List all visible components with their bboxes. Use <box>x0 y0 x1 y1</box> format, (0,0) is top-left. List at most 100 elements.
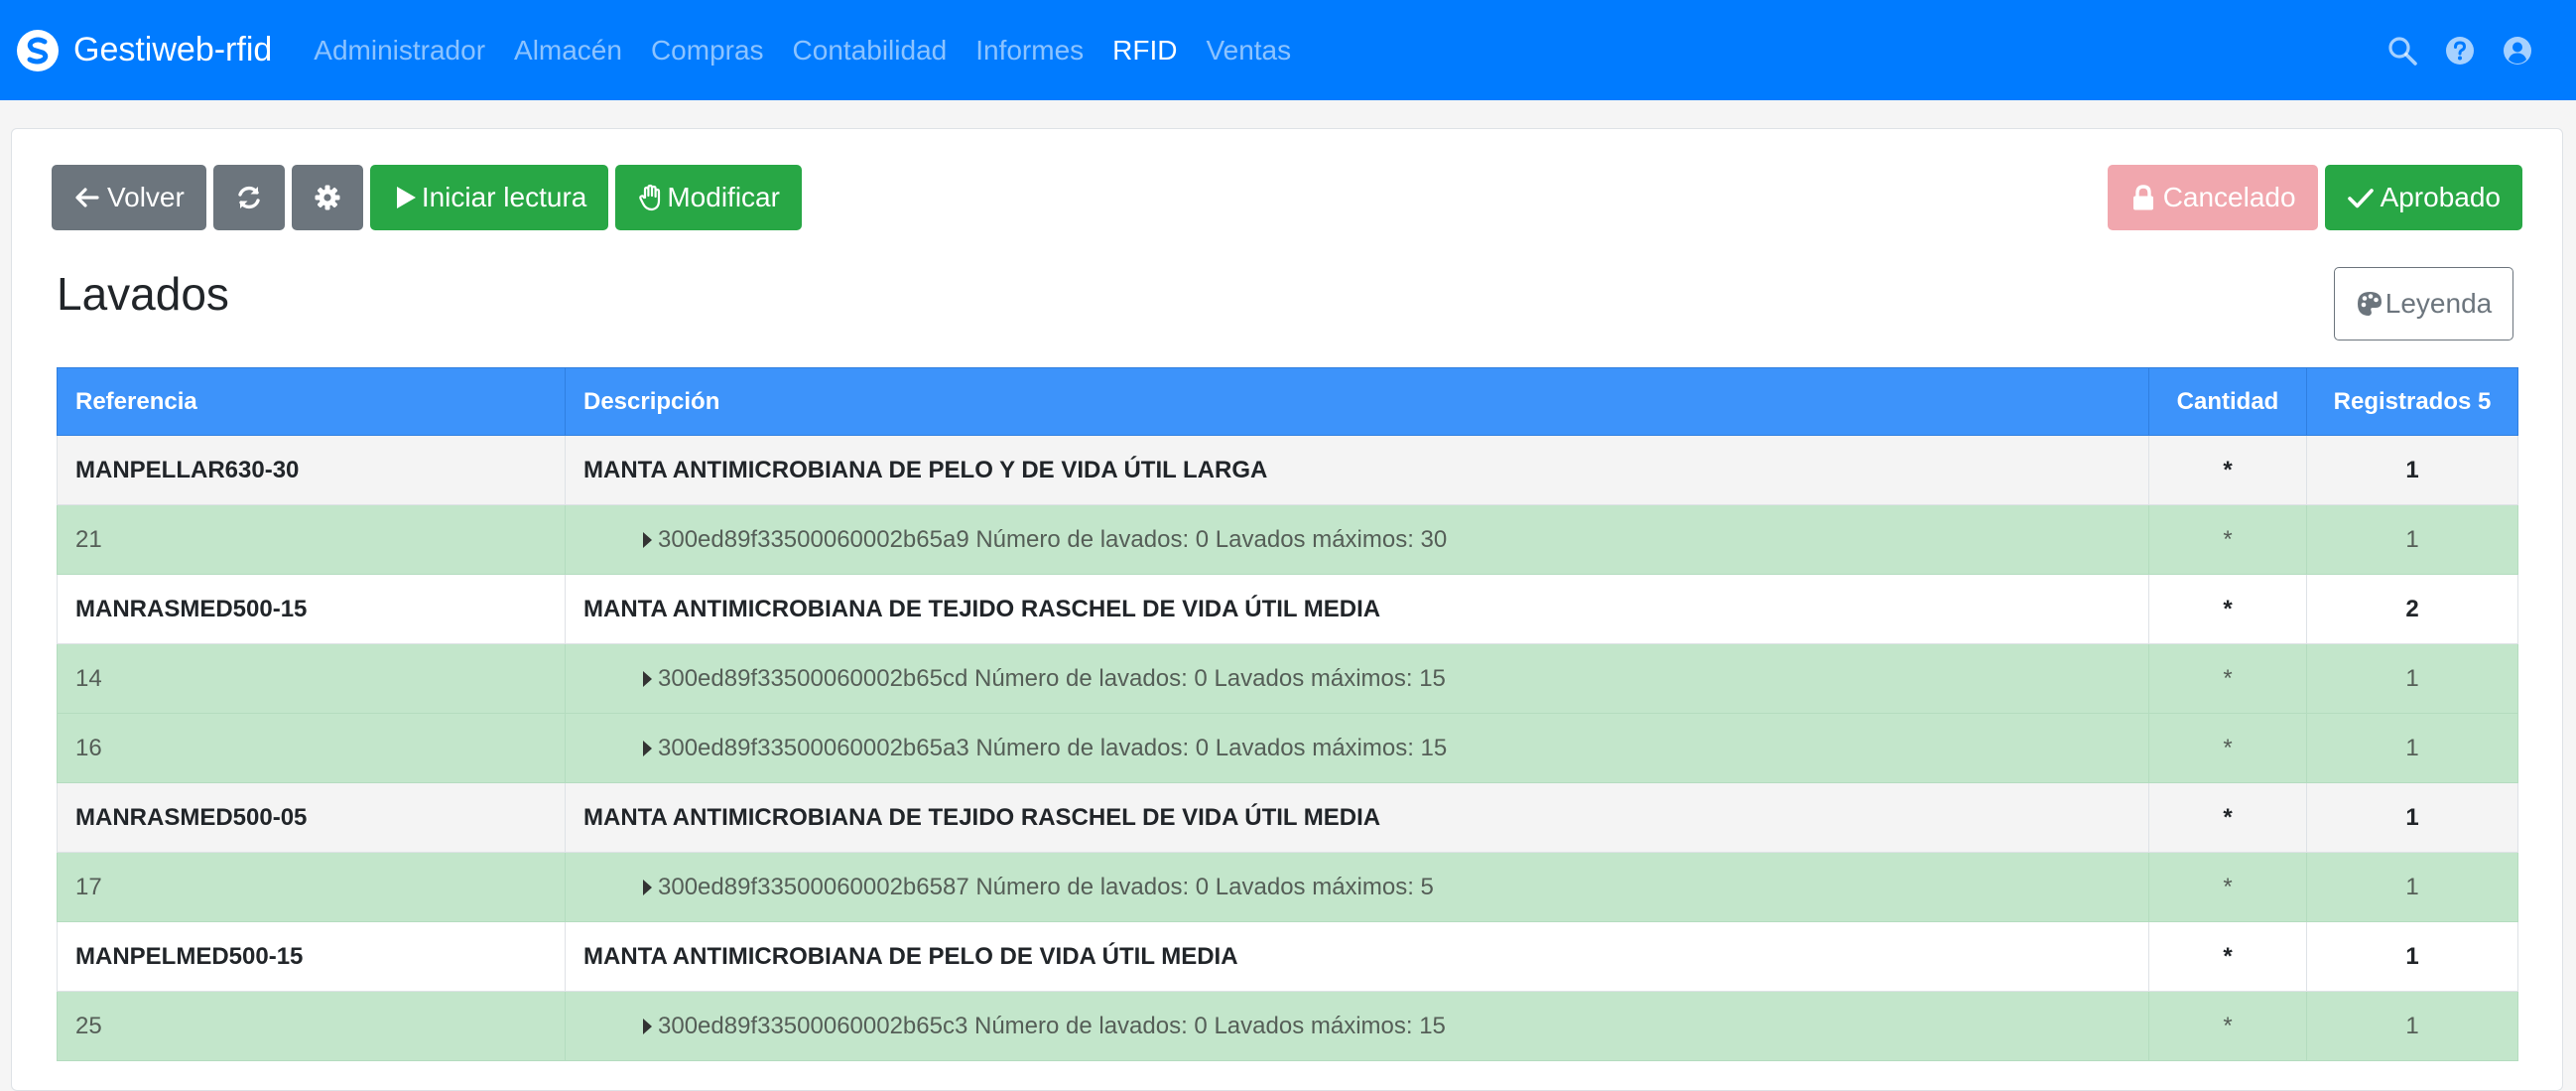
cell-cantidad: * <box>2148 643 2307 714</box>
table-row[interactable]: MANRASMED500-15 MANTA ANTIMICROBIANA DE … <box>57 574 2518 644</box>
approved-label: Aprobado <box>2380 182 2501 212</box>
cell-registrados: 2 <box>2306 574 2518 644</box>
hand-icon <box>639 184 661 211</box>
washes-table: Referencia Descripción Cantidad Registra… <box>57 367 2518 1061</box>
cell-referencia: MANRASMED500-15 <box>57 574 566 644</box>
tag-detail-text: 300ed89f33500060002b65a9 Número de lavad… <box>658 525 1448 553</box>
page-title: Lavados <box>57 268 229 320</box>
start-reading-button[interactable]: Iniciar lectura <box>369 165 609 230</box>
brand[interactable]: Gestiweb-rfid <box>16 29 272 72</box>
cell-referencia: MANRASMED500-05 <box>57 782 566 853</box>
brand-name: Gestiweb-rfid <box>73 31 273 68</box>
gear-icon <box>315 185 340 210</box>
column-header-descripcion[interactable]: Descripción <box>565 367 2149 436</box>
table-row-tag[interactable]: 21 300ed89f33500060002b65a9 Número de la… <box>57 504 2518 575</box>
lock-icon <box>2132 185 2153 210</box>
cell-registrados: 1 <box>2306 991 2518 1061</box>
nav-item-ventas[interactable]: Ventas <box>1206 35 1291 67</box>
cell-descripcion: MANTA ANTIMICROBIANA DE TEJIDO RASCHEL D… <box>565 782 2149 853</box>
palette-icon <box>2357 292 2382 316</box>
main-menu: Administrador Almacén Compras Contabilid… <box>314 35 1320 67</box>
caret-right-icon[interactable] <box>643 531 652 548</box>
legend-button[interactable]: Leyenda <box>2334 267 2513 341</box>
cell-cantidad: * <box>2148 713 2307 783</box>
cell-referencia: 14 <box>57 643 566 714</box>
check-icon <box>2347 189 2374 208</box>
toolbar-left: Volver Iniciar lectura Modificar <box>52 165 809 230</box>
cell-referencia: 25 <box>57 991 566 1061</box>
nav-item-informes[interactable]: Informes <box>975 35 1084 67</box>
column-header-registrados[interactable]: Registrados 5 <box>2306 367 2518 436</box>
cell-tag-description: 300ed89f33500060002b65a9 Número de lavad… <box>565 504 2149 575</box>
refresh-button[interactable] <box>212 165 285 230</box>
cell-registrados: 1 <box>2306 852 2518 922</box>
cell-tag-description: 300ed89f33500060002b65a3 Número de lavad… <box>565 713 2149 783</box>
cell-referencia: 21 <box>57 504 566 575</box>
cell-registrados: 1 <box>2306 921 2518 992</box>
table-header-row: Referencia Descripción Cantidad Registra… <box>57 367 2518 436</box>
cell-tag-description: 300ed89f33500060002b65c3 Número de lavad… <box>565 991 2149 1061</box>
cell-cantidad: * <box>2148 782 2307 853</box>
cell-registrados: 1 <box>2306 435 2518 505</box>
cell-cantidad: * <box>2148 435 2307 505</box>
search-icon[interactable] <box>2387 36 2417 66</box>
washes-table-container: Referencia Descripción Cantidad Registra… <box>57 367 2518 1061</box>
modify-button[interactable]: Modificar <box>615 165 802 230</box>
arrow-left-icon <box>75 188 99 207</box>
toolbar-right: Cancelado Aprobado <box>2101 165 2522 230</box>
cell-referencia: 16 <box>57 713 566 783</box>
nav-item-contabilidad[interactable]: Contabilidad <box>793 35 948 67</box>
cancelled-button[interactable]: Cancelado <box>2107 165 2318 230</box>
column-header-cantidad[interactable]: Cantidad <box>2148 367 2307 436</box>
back-button-label: Volver <box>107 182 185 212</box>
refresh-icon <box>238 186 260 209</box>
play-icon <box>396 187 416 208</box>
nav-item-compras[interactable]: Compras <box>651 35 764 67</box>
cell-registrados: 1 <box>2306 643 2518 714</box>
approved-button[interactable]: Aprobado <box>2324 165 2522 230</box>
nav-item-administrador[interactable]: Administrador <box>314 35 485 67</box>
legend-label: Leyenda <box>2384 288 2493 319</box>
caret-right-icon[interactable] <box>643 670 652 687</box>
cell-descripcion: MANTA ANTIMICROBIANA DE TEJIDO RASCHEL D… <box>565 574 2149 644</box>
nav-item-rfid[interactable]: RFID <box>1112 35 1177 67</box>
tag-detail-text: 300ed89f33500060002b6587 Número de lavad… <box>658 873 1434 900</box>
back-button[interactable]: Volver <box>52 165 206 230</box>
table-row[interactable]: MANRASMED500-05 MANTA ANTIMICROBIANA DE … <box>57 782 2518 853</box>
tag-detail-text: 300ed89f33500060002b65a3 Número de lavad… <box>658 734 1448 761</box>
table-row-tag[interactable]: 17 300ed89f33500060002b6587 Número de la… <box>57 852 2518 922</box>
table-row[interactable]: MANPELLAR630-30 MANTA ANTIMICROBIANA DE … <box>57 435 2518 505</box>
tag-detail-text: 300ed89f33500060002b65cd Número de lavad… <box>658 664 1446 692</box>
cell-descripcion: MANTA ANTIMICROBIANA DE PELO DE VIDA ÚTI… <box>565 921 2149 992</box>
modify-label: Modificar <box>667 182 780 212</box>
settings-button[interactable] <box>291 165 363 230</box>
cell-descripcion: MANTA ANTIMICROBIANA DE PELO Y DE VIDA Ú… <box>565 435 2149 505</box>
cell-registrados: 1 <box>2306 713 2518 783</box>
table-row-tag[interactable]: 14 300ed89f33500060002b65cd Número de la… <box>57 643 2518 714</box>
cell-cantidad: * <box>2148 921 2307 992</box>
cell-registrados: 1 <box>2306 504 2518 575</box>
cell-cantidad: * <box>2148 574 2307 644</box>
tag-detail-text: 300ed89f33500060002b65c3 Número de lavad… <box>658 1012 1446 1039</box>
brand-logo-icon <box>17 29 59 71</box>
cell-referencia: MANPELLAR630-30 <box>57 435 566 505</box>
navbar-actions <box>2360 0 2532 100</box>
caret-right-icon[interactable] <box>643 740 652 756</box>
table-row[interactable]: MANPELMED500-15 MANTA ANTIMICROBIANA DE … <box>57 921 2518 992</box>
caret-right-icon[interactable] <box>643 879 652 895</box>
caret-right-icon[interactable] <box>643 1018 652 1034</box>
column-header-referencia[interactable]: Referencia <box>57 367 566 436</box>
table-row-tag[interactable]: 16 300ed89f33500060002b65a3 Número de la… <box>57 713 2518 783</box>
table-row-tag[interactable]: 25 300ed89f33500060002b65c3 Número de la… <box>57 991 2518 1061</box>
cell-tag-description: 300ed89f33500060002b6587 Número de lavad… <box>565 852 2149 922</box>
cell-referencia: 17 <box>57 852 566 922</box>
user-icon[interactable] <box>2503 36 2532 66</box>
help-icon[interactable] <box>2445 36 2475 66</box>
cancelled-label: Cancelado <box>2162 182 2296 212</box>
main-card: Volver Iniciar lectura Modificar Cancela… <box>11 128 2563 1091</box>
nav-item-almacen[interactable]: Almacén <box>514 35 622 67</box>
start-reading-label: Iniciar lectura <box>421 182 587 212</box>
cell-cantidad: * <box>2148 504 2307 575</box>
top-navbar: Gestiweb-rfid Administrador Almacén Comp… <box>0 0 2576 100</box>
cell-cantidad: * <box>2148 852 2307 922</box>
